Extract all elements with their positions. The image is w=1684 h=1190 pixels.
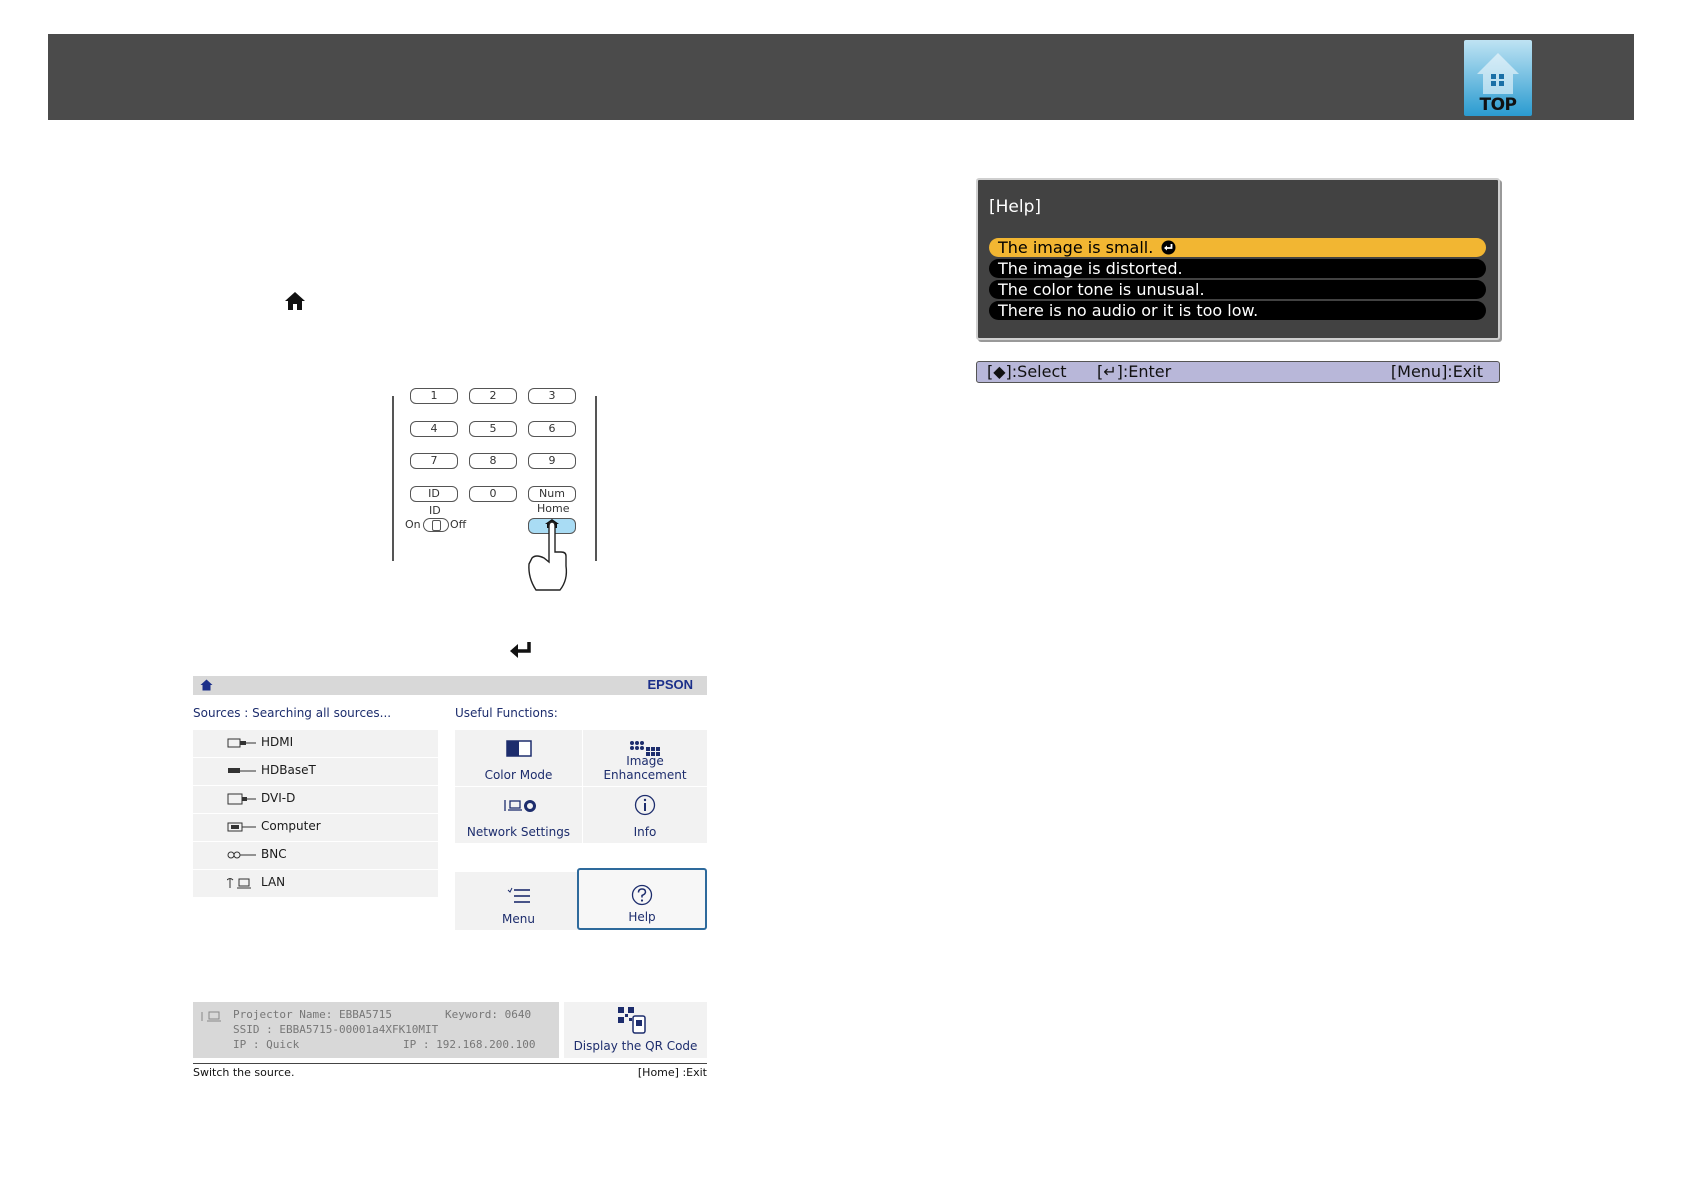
id-switch-label: ID [429,504,441,517]
remote-edge-left [392,396,394,561]
qr-code-label: Display the QR Code [573,1039,698,1053]
source-item-bnc[interactable]: BNC [193,842,438,870]
source-label: HDBaseT [261,763,316,777]
footer-exit-hint: [Home] :Exit [637,1066,707,1079]
help-label: Help [628,910,656,924]
qr-code-icon [618,1007,646,1034]
info-button[interactable]: Info [583,787,707,843]
projector-info-panel: Projector Name: EBBA5715 Keyword: 0640 S… [193,1002,559,1058]
remote-edge-right [595,396,597,561]
display-qr-code-button[interactable]: Display the QR Code [564,1002,707,1058]
source-item-dvi-d[interactable]: DVI-D [193,786,438,814]
footer-hint: Switch the source. [193,1066,295,1079]
sources-label: Sources : Searching all sources... [193,706,392,720]
source-item-computer[interactable]: Computer [193,814,438,842]
help-question-icon [631,884,653,906]
help-option-label: The image is distorted. [998,259,1183,278]
help-option-no-audio[interactable]: There is no audio or it is too low. [989,301,1486,320]
id-switch[interactable] [423,518,449,532]
source-label: LAN [261,875,286,889]
key-0[interactable]: 0 [469,486,517,502]
computer-port-icon [227,822,256,832]
key-num[interactable]: Num [528,486,576,502]
image-enhancement-label: Image Enhancement [603,754,687,782]
enter-hint: [↵]:Enter [1097,362,1172,381]
page-header-bar [48,34,1634,120]
switch-on-label: On [405,518,421,531]
home-screen: EPSON Sources : Searching all sources...… [193,676,707,1082]
source-label: HDMI [261,735,294,749]
key-3[interactable]: 3 [528,388,576,404]
help-option-label: The color tone is unusual. [998,280,1205,299]
remote-control-illustration: 1 2 3 4 5 6 7 8 9 ID 0 Num ID Home On Of… [392,388,597,596]
home-screen-top-bar: EPSON [193,676,707,695]
brand-logo: EPSON [647,677,693,692]
hdbaset-icon [228,768,256,773]
lan-icon [227,878,251,889]
top-label: TOP [1479,95,1517,115]
help-button[interactable]: Help [577,868,707,930]
info-icon [634,794,656,816]
color-mode-label: Color Mode [484,768,553,782]
source-item-hdmi[interactable]: HDMI [193,730,438,758]
key-6[interactable]: 6 [528,421,576,437]
color-mode-icon [505,740,532,757]
help-option-image-distorted[interactable]: The image is distorted. [989,259,1486,278]
key-7[interactable]: 7 [410,453,458,469]
ip-wireless: IP : Quick [233,1038,300,1051]
menu-button[interactable]: Menu [455,872,582,930]
select-hint: [◆]:Select [987,362,1067,381]
source-label: Computer [261,819,321,833]
help-option-label: The image is small. [998,238,1154,257]
ip-wired: IP : 192.168.200.100 [403,1038,536,1051]
projector-name: Projector Name: EBBA5715 [233,1008,392,1021]
top-button[interactable]: TOP [1464,40,1532,116]
key-8[interactable]: 8 [469,453,517,469]
key-2[interactable]: 2 [469,388,517,404]
network-settings-button[interactable]: Network Settings [455,787,582,843]
source-item-hdbaset[interactable]: HDBaseT [193,758,438,786]
bnc-icon [227,851,256,859]
source-label: DVI-D [261,791,296,805]
key-5[interactable]: 5 [469,421,517,437]
home-key-label: Home [537,502,570,515]
menu-label: Menu [502,912,535,926]
key-1[interactable]: 1 [410,388,458,404]
hdmi-icon [227,738,256,748]
info-label: Info [633,825,657,839]
home-icon [285,292,305,310]
source-label: BNC [261,847,287,861]
menu-list-icon [507,887,530,903]
source-item-lan[interactable]: LAN [193,870,438,898]
dvi-icon [227,793,256,805]
network-icon [201,1011,221,1022]
keyword: Keyword: 0640 [445,1008,532,1021]
help-option-label: There is no audio or it is too low. [998,301,1259,320]
pointing-hand-icon [528,519,568,591]
image-enhancement-button[interactable]: Image Enhancement [583,730,707,786]
enter-icon [1161,240,1176,255]
network-settings-icon [503,800,536,812]
help-window: [Help] The image is small. The image is … [976,178,1500,340]
help-option-image-small[interactable]: The image is small. [989,238,1486,257]
switch-off-label: Off [450,518,467,531]
ssid: SSID : EBBA5715-00001a4XFK10MIT [233,1023,439,1036]
help-option-color-tone[interactable]: The color tone is unusual. [989,280,1486,299]
useful-functions-label: Useful Functions: [455,706,558,720]
house-icon [1477,53,1519,94]
key-4[interactable]: 4 [410,421,458,437]
key-9[interactable]: 9 [528,453,576,469]
network-settings-label: Network Settings [466,825,571,839]
footer-divider [193,1063,707,1064]
home-icon [200,679,213,691]
help-navigation-bar: [◆]:Select [↵]:Enter [Menu]:Exit [976,361,1500,383]
color-mode-button[interactable]: Color Mode [455,730,582,786]
exit-hint: [Menu]:Exit [1390,362,1483,381]
key-id[interactable]: ID [410,486,458,502]
enter-icon [510,642,531,658]
help-window-title: [Help] [989,197,1042,217]
